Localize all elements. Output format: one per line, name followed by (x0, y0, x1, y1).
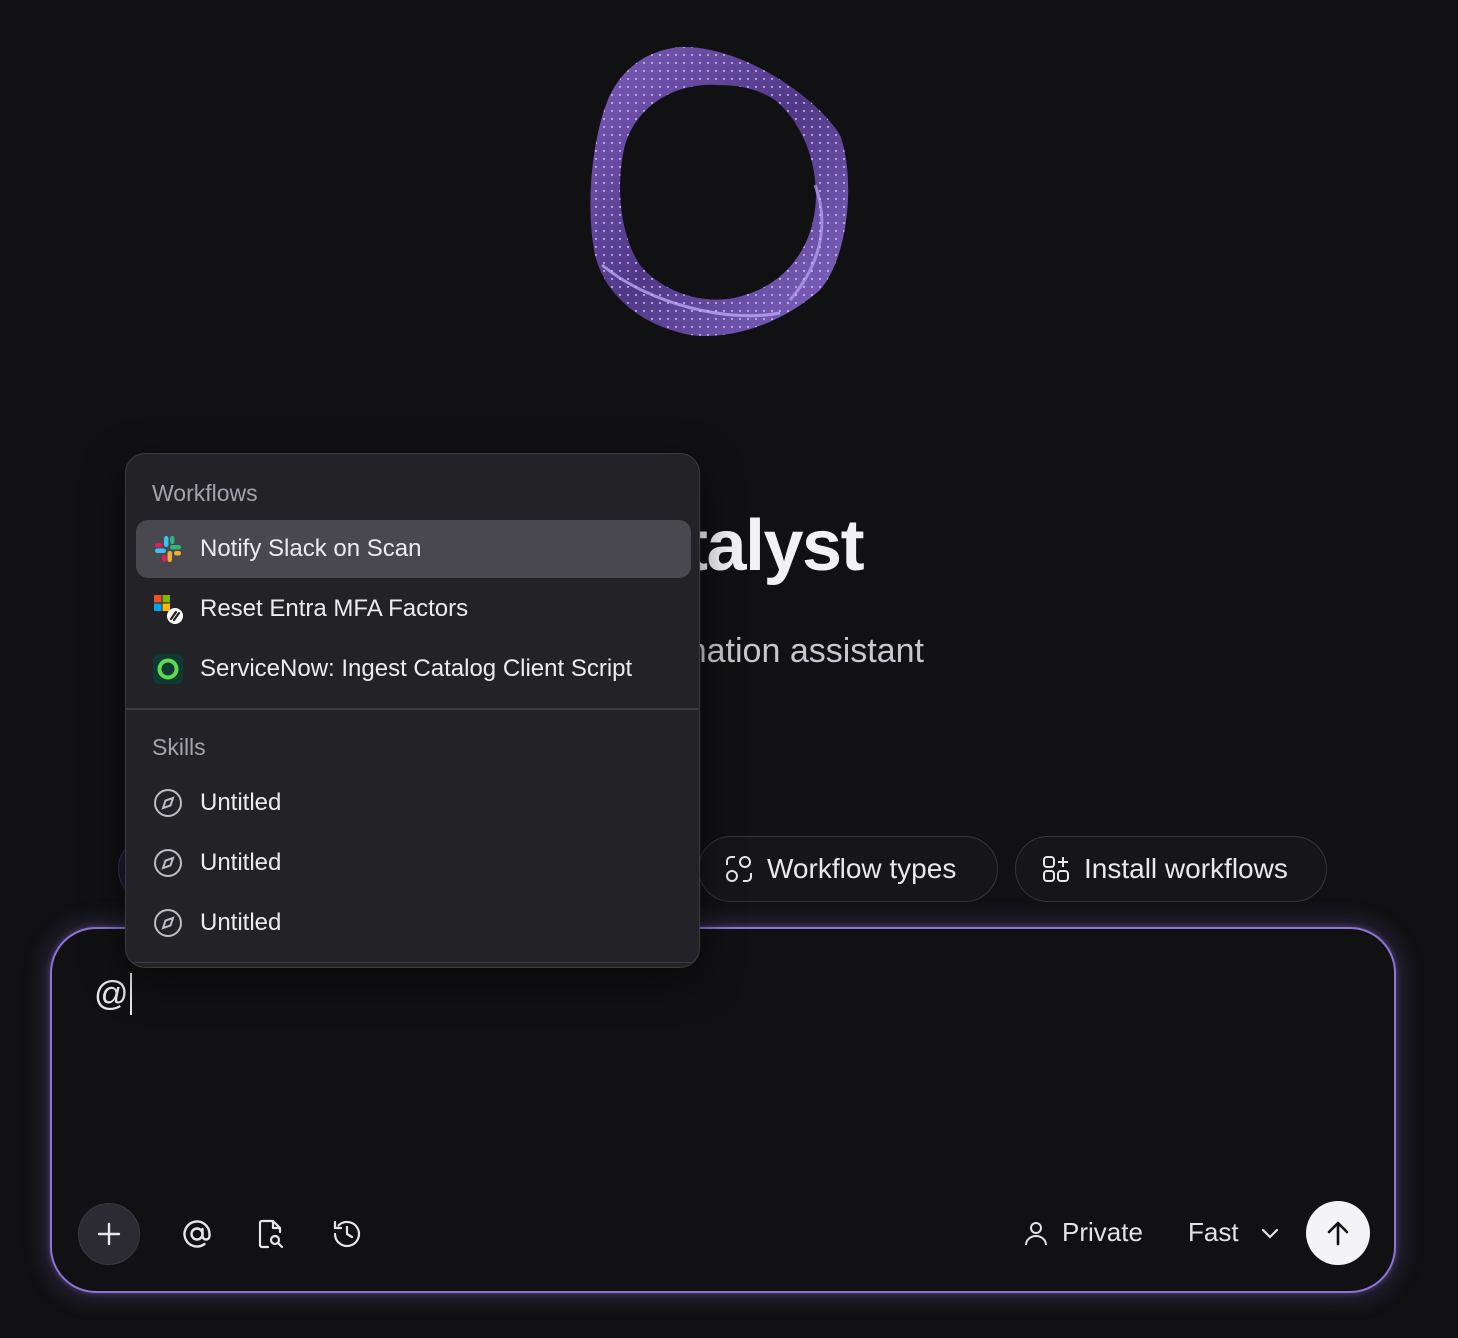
app-root: Catalyst Your automation assistant Workf… (0, 0, 1458, 1338)
workflow-item-label: Notify Slack on Scan (200, 535, 422, 562)
workflow-types-icon (726, 856, 752, 882)
menu-scroll-edge (126, 961, 699, 963)
privacy-label: Private (1062, 1217, 1143, 1247)
privacy-toggle[interactable]: Private (1022, 1217, 1143, 1248)
text-caret (129, 973, 132, 1015)
model-selector[interactable]: Fast (1188, 1217, 1281, 1248)
catalyst-logo-icon (590, 46, 849, 336)
arrow-up-icon (1327, 1221, 1349, 1246)
servicenow-icon (153, 654, 183, 684)
menu-divider (126, 708, 699, 710)
mention-button[interactable] (166, 1203, 228, 1265)
skill-item-label: Untitled (200, 849, 282, 876)
install-workflows-chip[interactable]: Install workflows (1015, 836, 1327, 902)
workflow-types-chip[interactable]: Workflow types (698, 836, 998, 902)
workflow-types-label: Workflow types (767, 853, 957, 884)
workflows-heading: Workflows (152, 480, 258, 506)
compass-icon (154, 789, 182, 817)
compass-icon (154, 909, 182, 937)
chevron-down-icon (1261, 1228, 1278, 1239)
skill-item[interactable]: Untitled (136, 774, 691, 832)
chat-composer[interactable]: @ Private Fast (50, 927, 1396, 1293)
skill-item[interactable]: Untitled (136, 894, 691, 952)
at-icon (183, 1220, 211, 1248)
send-button[interactable] (1306, 1201, 1370, 1265)
install-workflows-label: Install workflows (1084, 853, 1288, 884)
search-documents-button[interactable] (240, 1203, 302, 1265)
install-workflows-icon (1043, 856, 1069, 882)
workflow-item-label: ServiceNow: Ingest Catalog Client Script (200, 655, 633, 682)
history-button[interactable] (316, 1203, 378, 1265)
skill-item-label: Untitled (200, 789, 282, 816)
document-search-icon (258, 1219, 284, 1249)
skill-item[interactable]: Untitled (136, 834, 691, 892)
plus-icon (97, 1222, 121, 1246)
history-icon (333, 1220, 361, 1248)
compass-icon (154, 849, 182, 877)
slack-icon (155, 536, 181, 562)
model-label: Fast (1188, 1217, 1239, 1247)
composer-input[interactable]: @ (94, 973, 132, 1015)
add-button[interactable] (78, 1203, 140, 1265)
composer-input-value: @ (94, 974, 129, 1013)
skill-item-label: Untitled (200, 909, 282, 936)
workflow-item-reset-entra-mfa[interactable]: Reset Entra MFA Factors (136, 580, 691, 638)
user-icon (1025, 1221, 1047, 1245)
mention-dropdown: Workflows Notify Slack on Scan Reset Ent… (125, 453, 700, 968)
workflow-item-servicenow-ingest[interactable]: ServiceNow: Ingest Catalog Client Script (136, 640, 691, 698)
skills-heading: Skills (152, 734, 206, 760)
entra-okta-icon (154, 595, 183, 624)
workflow-item-notify-slack[interactable]: Notify Slack on Scan (136, 520, 691, 578)
workflow-item-label: Reset Entra MFA Factors (200, 595, 469, 622)
